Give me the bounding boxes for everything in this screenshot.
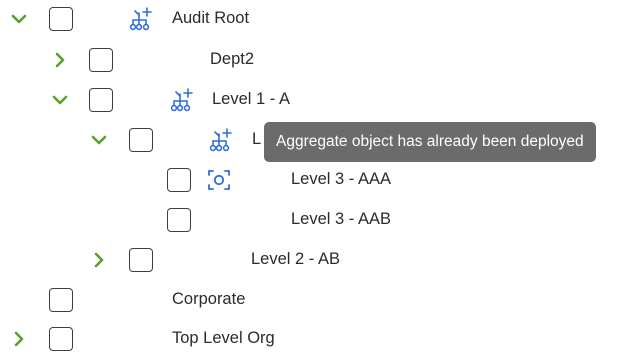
tree-node-label[interactable]: Dept2 [210,48,254,70]
checkbox[interactable] [89,48,113,72]
tree-node-label[interactable]: Top Level Org [172,327,275,349]
tree-node-label[interactable]: Level 2 - AB [251,248,340,270]
chevron-right-icon[interactable] [9,329,29,349]
org-tree: Audit Root Dept2 Level 1 - A L Level 3 -… [0,0,633,358]
checkbox[interactable] [129,248,153,272]
checkbox[interactable] [167,208,191,232]
aggregate-hierarchy-icon [169,87,195,113]
checkbox[interactable] [89,88,113,112]
tree-node-label[interactable]: L [252,128,261,150]
checkbox[interactable] [49,288,73,312]
tree-node-label[interactable]: Level 3 - AAA [291,168,391,190]
checkbox[interactable] [49,7,73,31]
tree-row-audit-root[interactable]: Audit Root [0,0,633,39]
checkbox[interactable] [49,327,73,351]
chevron-right-icon[interactable] [89,250,109,270]
focus-target-icon [206,167,232,193]
tree-node-label[interactable]: Audit Root [172,7,249,29]
tree-row-corporate[interactable]: Corporate [0,280,633,320]
tree-node-label[interactable]: Corporate [172,288,245,310]
tree-row-level-1-a[interactable]: Level 1 - A [0,80,633,120]
tree-row-level-3-aab[interactable]: Level 3 - AAB [0,200,633,240]
tree-node-label[interactable]: Level 1 - A [212,88,290,110]
tree-row-level-3-aaa[interactable]: Level 3 - AAA [0,160,633,200]
deployed-tooltip: Aggregate object has already been deploy… [264,122,596,162]
checkbox[interactable] [129,128,153,152]
tree-row-level-2-ab[interactable]: Level 2 - AB [0,240,633,280]
chevron-down-icon[interactable] [9,9,29,29]
checkbox[interactable] [167,168,191,192]
tree-row-top-level-org[interactable]: Top Level Org [0,319,633,359]
chevron-down-icon[interactable] [89,130,109,150]
chevron-right-icon[interactable] [50,50,70,70]
aggregate-hierarchy-icon [208,127,234,153]
tree-node-label[interactable]: Level 3 - AAB [291,208,391,230]
tree-row-dept2[interactable]: Dept2 [0,40,633,80]
aggregate-hierarchy-icon [128,6,154,32]
chevron-down-icon[interactable] [50,90,70,110]
